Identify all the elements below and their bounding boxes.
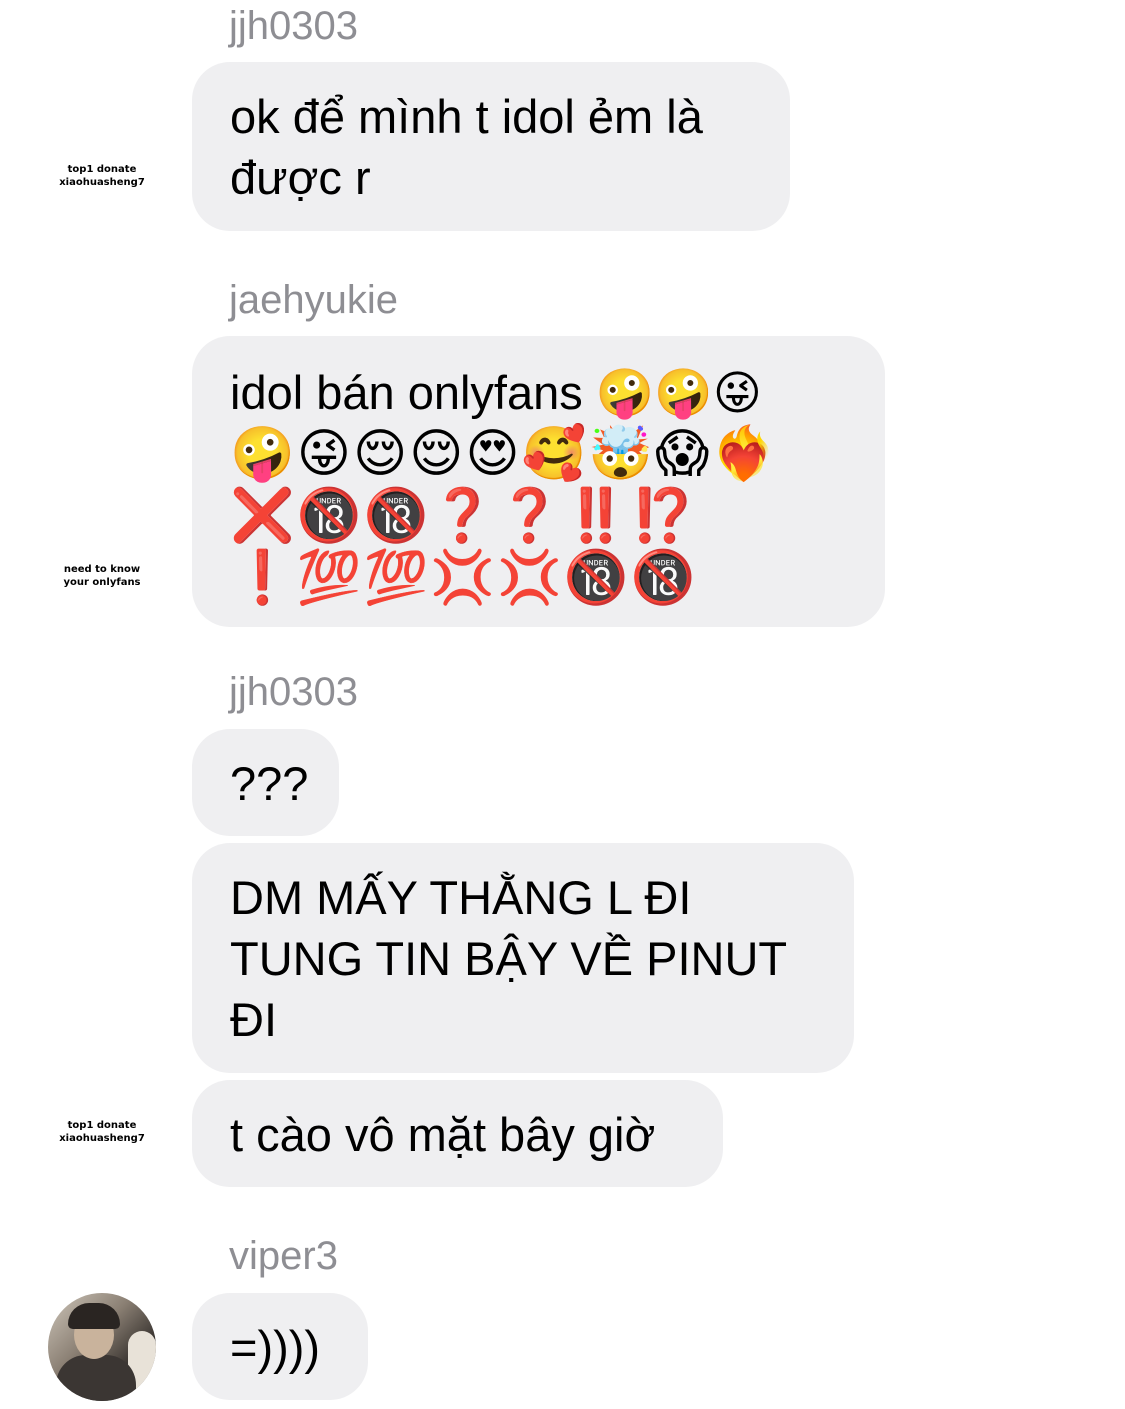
emoji-row: 🤪😜😌😌😍🥰🤯😱❤️‍🔥: [230, 424, 779, 484]
sender-sticker: top1 donate xiaohuasheng7: [52, 1119, 152, 1145]
sticker-line: need to know: [63, 564, 141, 575]
avatar-photo-body: [56, 1355, 136, 1401]
message-bubble[interactable]: ok để mình t idol ẻm là được r: [192, 62, 790, 231]
emoji-row: ❗💯💯💢💢🔞🔞: [230, 548, 698, 608]
message-bubble[interactable]: DM MẤY THẰNG L ĐI TUNG TIN BẬY VỀ PINUT …: [192, 843, 854, 1073]
sender-username: viper3: [229, 1234, 338, 1278]
sticker-line: xiaohuasheng7: [59, 177, 145, 188]
sender-username: jaehyukie: [229, 278, 399, 322]
message-bubble[interactable]: =)))): [192, 1293, 368, 1400]
sender-sticker: need to know your onlyfans: [52, 563, 152, 589]
message-text: ???: [230, 757, 309, 810]
emoji-row: ❌🔞🔞❓❓‼️⁉️: [230, 486, 698, 546]
sticker-line: your onlyfans: [63, 577, 141, 588]
sender-username: jjh0303: [229, 4, 359, 48]
message-text: ok để mình t idol ẻm là được r: [230, 90, 703, 204]
sticker-line: top1 donate: [67, 164, 137, 175]
sender-sticker: top1 donate xiaohuasheng7: [52, 163, 152, 189]
message-text: =)))): [230, 1321, 321, 1374]
message-text: idol bán onlyfans 🤪🤪😜: [230, 366, 762, 419]
user-avatar[interactable]: [48, 1293, 156, 1401]
sender-username: jjh0303: [229, 670, 359, 714]
sticker-line: top1 donate: [67, 1120, 137, 1131]
message-text: DM MẤY THẰNG L ĐI TUNG TIN BẬY VỀ PINUT …: [230, 871, 788, 1046]
message-bubble[interactable]: t cào vô mặt bây giờ: [192, 1080, 723, 1187]
message-bubble[interactable]: ???: [192, 729, 339, 836]
message-text: t cào vô mặt bây giờ: [230, 1108, 656, 1161]
sticker-line: xiaohuasheng7: [59, 1133, 145, 1144]
message-bubble[interactable]: idol bán onlyfans 🤪🤪😜 🤪😜😌😌😍🥰🤯😱❤️‍🔥 ❌🔞🔞❓❓…: [192, 336, 885, 627]
avatar-photo-hair: [68, 1303, 120, 1329]
